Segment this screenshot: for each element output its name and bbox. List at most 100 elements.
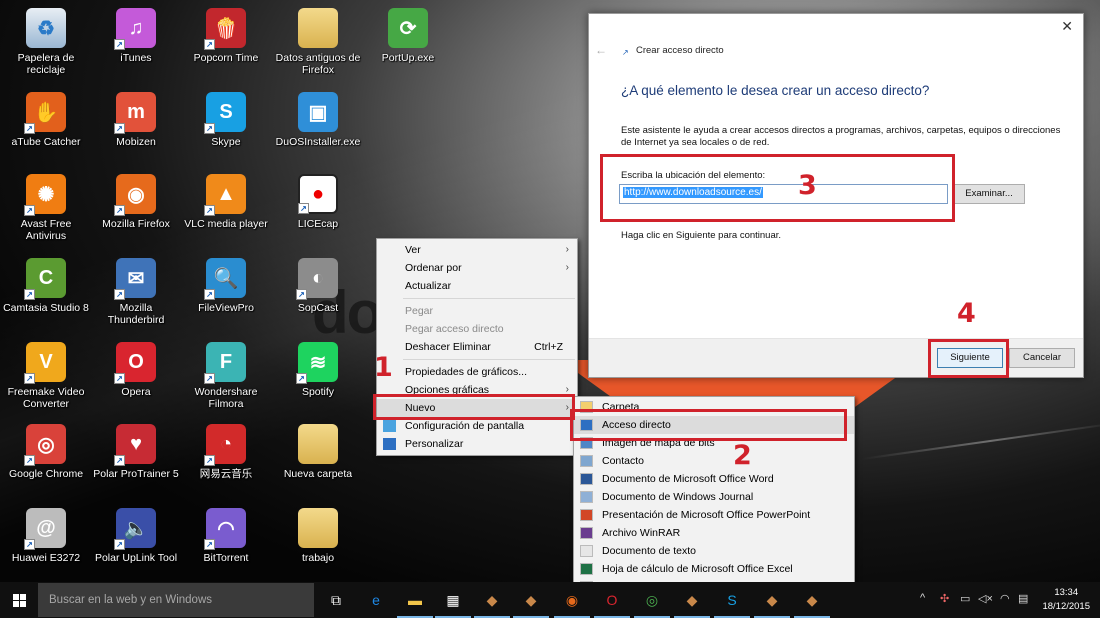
- cancel-button[interactable]: Cancelar: [1009, 348, 1075, 368]
- task-view-icon[interactable]: ⧉: [326, 590, 346, 610]
- desktop-icon[interactable]: ▲ ↗ VLC media player: [182, 174, 270, 230]
- annotation-number-3: 3: [798, 170, 817, 201]
- desktop-icon[interactable]: trabajo: [274, 508, 362, 564]
- store-icon[interactable]: ▦: [435, 590, 471, 618]
- desktop-icon[interactable]: ≋ ↗ Spotify: [274, 342, 362, 398]
- wifi-icon[interactable]: ◠: [1000, 592, 1010, 605]
- chrome-icon[interactable]: ◎: [634, 590, 670, 618]
- desktop-icon[interactable]: ◐ ↗ SopCast: [274, 258, 362, 314]
- desktop-icon[interactable]: ◠ ↗ BitTorrent: [182, 508, 270, 564]
- context-menu-item[interactable]: Pegar: [377, 302, 577, 320]
- annotation-number-1: 1: [374, 352, 393, 383]
- browse-button[interactable]: Examinar...: [953, 184, 1025, 204]
- desktop-icon[interactable]: ● ↗ LICEcap: [274, 174, 362, 230]
- camtasia-icon: C ↗: [24, 258, 66, 300]
- desktop-icon-label: Camtasia Studio 8: [3, 302, 89, 314]
- word-doc-icon: [580, 473, 593, 485]
- context-menu-item[interactable]: Deshacer Eliminar Ctrl+Z: [377, 338, 577, 356]
- desktop-icon[interactable]: ✺ ↗ Avast Free Antivirus: [2, 174, 90, 242]
- firefox-icon[interactable]: ◉: [554, 590, 590, 618]
- desktop-icon[interactable]: Nueva carpeta: [274, 424, 362, 480]
- volume-muted-icon[interactable]: ◁×: [978, 592, 993, 605]
- desktop-icon[interactable]: C ↗ Camtasia Studio 8: [2, 258, 90, 314]
- display-settings-icon: [383, 420, 396, 432]
- close-icon[interactable]: ✕: [1061, 18, 1073, 35]
- context-menu-label: Ver: [405, 244, 421, 256]
- desktop-icon[interactable]: m ↗ Mobizen: [92, 92, 180, 148]
- power-icon[interactable]: ▭: [960, 592, 970, 605]
- new-submenu-item[interactable]: Hoja de cálculo de Microsoft Office Exce…: [574, 560, 854, 578]
- desktop-icon[interactable]: ✉ ↗ Mozilla Thunderbird: [92, 258, 180, 326]
- desktop-icon[interactable]: O ↗ Opera: [92, 342, 180, 398]
- new-submenu-item[interactable]: Documento de texto: [574, 542, 854, 560]
- desktop-icon[interactable]: Datos antiguos de Firefox: [274, 8, 362, 76]
- start-button[interactable]: [0, 582, 38, 618]
- desktop-icon-label: Polar ProTrainer 5: [93, 468, 179, 480]
- new-submenu-item[interactable]: Documento de Microsoft Office Word: [574, 470, 854, 488]
- desktop-icon[interactable]: ⟳ PortUp.exe: [364, 8, 452, 64]
- context-menu-item[interactable]: Ordenar por ›: [377, 259, 577, 277]
- taskbar: Buscar en la web y en Windows ⧉ e ▬ ▦ ◆ ◆ ◉ O ◎ ◆…: [0, 582, 1100, 618]
- desktop-icon[interactable]: ✋ ↗ aTube Catcher: [2, 92, 90, 148]
- context-menu-item[interactable]: Actualizar: [377, 277, 577, 295]
- clock-date: 18/12/2015: [1042, 601, 1090, 612]
- desktop-icon[interactable]: 🍿 ↗ Popcorn Time: [182, 8, 270, 64]
- desktop-icon[interactable]: ♫ ↗ iTunes: [92, 8, 180, 64]
- app-icon[interactable]: ◆: [794, 590, 830, 618]
- desktop-icon-label: Wondershare Filmora: [194, 386, 258, 410]
- desktop-icon-label: FileViewPro: [198, 302, 254, 314]
- desktop-icon-label: aTube Catcher: [11, 136, 81, 148]
- polar-protrainer-icon: ♥ ↗: [114, 424, 156, 466]
- desktop-icon[interactable]: ♥ ↗ Polar ProTrainer 5: [92, 424, 180, 480]
- file-explorer-icon[interactable]: ▬: [397, 590, 433, 618]
- desktop-icon-label: Mobizen: [116, 136, 156, 148]
- app-icon[interactable]: ◆: [513, 590, 549, 618]
- desktop-icon-label: Google Chrome: [8, 468, 84, 480]
- desktop-icon-label: Spotify: [301, 386, 335, 398]
- context-menu-item[interactable]: Personalizar: [377, 435, 577, 453]
- app-icon[interactable]: ◆: [674, 590, 710, 618]
- desktop-icon[interactable]: ♻ Papelera de reciclaje: [2, 8, 90, 76]
- app-icon[interactable]: ◆: [754, 590, 790, 618]
- menu-shortcut: Ctrl+Z: [534, 341, 563, 353]
- desktop-icon[interactable]: 🔍 ↗ FileViewPro: [182, 258, 270, 314]
- edge-icon[interactable]: e: [366, 590, 386, 610]
- new-submenu-item[interactable]: Archivo WinRAR: [574, 524, 854, 542]
- shortcut-arrow-icon: ↗: [24, 205, 35, 216]
- context-menu-item[interactable]: Pegar acceso directo: [377, 320, 577, 338]
- new-submenu-label: Hoja de cálculo de Microsoft Office Exce…: [602, 563, 793, 575]
- show-hidden-icons-chevron-icon[interactable]: ^: [920, 592, 925, 604]
- desktop-icon-label: Skype: [211, 136, 241, 148]
- context-menu-item[interactable]: Ver ›: [377, 241, 577, 259]
- context-menu-label: Deshacer Eliminar: [405, 341, 491, 353]
- desktop-icon-label: Avast Free Antivirus: [20, 218, 72, 242]
- back-arrow-icon[interactable]: ←: [595, 43, 607, 57]
- desktop-icon[interactable]: V ↗ Freemake Video Converter: [2, 342, 90, 410]
- desktop-icon[interactable]: ◎ ↗ Google Chrome: [2, 424, 90, 480]
- desktop-icon[interactable]: ▣ DuOSInstaller.exe: [274, 92, 362, 148]
- shortcut-arrow-icon: ↗: [114, 289, 125, 300]
- opera-icon[interactable]: O: [594, 590, 630, 618]
- new-submenu-item[interactable]: Contacto: [574, 452, 854, 470]
- action-center-icon[interactable]: ▤: [1018, 592, 1028, 605]
- folder-icon: [298, 8, 338, 48]
- shortcut-arrow-icon: ↗: [114, 205, 125, 216]
- new-submenu-item[interactable]: Documento de Windows Journal: [574, 488, 854, 506]
- desktop-icon[interactable]: @ ↗ Huawei E3272: [2, 508, 90, 564]
- skype-icon[interactable]: S: [714, 590, 750, 618]
- app-icon[interactable]: ◆: [474, 590, 510, 618]
- taskbar-search-box[interactable]: Buscar en la web y en Windows: [38, 583, 314, 617]
- desktop-icon[interactable]: F ↗ Wondershare Filmora: [182, 342, 270, 410]
- taskbar-clock[interactable]: 13:34 18/12/2015: [1042, 586, 1090, 614]
- desktop-icon[interactable]: ◔ ↗ 网易云音乐: [182, 424, 270, 480]
- desktop-icon[interactable]: 🔈 ↗ Polar UpLink Tool: [92, 508, 180, 564]
- shortcut-arrow-icon: ↗: [204, 123, 215, 134]
- network-error-icon[interactable]: ✣: [940, 592, 949, 605]
- winrar-icon: [580, 527, 593, 539]
- new-submenu-item[interactable]: Presentación de Microsoft Office PowerPo…: [574, 506, 854, 524]
- context-menu-item[interactable]: Propiedades de gráficos...: [377, 363, 577, 381]
- desktop-icon[interactable]: S ↗ Skype: [182, 92, 270, 148]
- desktop-icon[interactable]: ◉ ↗ Mozilla Firefox: [92, 174, 180, 230]
- shortcut-arrow-icon: ↗: [204, 289, 215, 300]
- contact-icon: [580, 455, 593, 467]
